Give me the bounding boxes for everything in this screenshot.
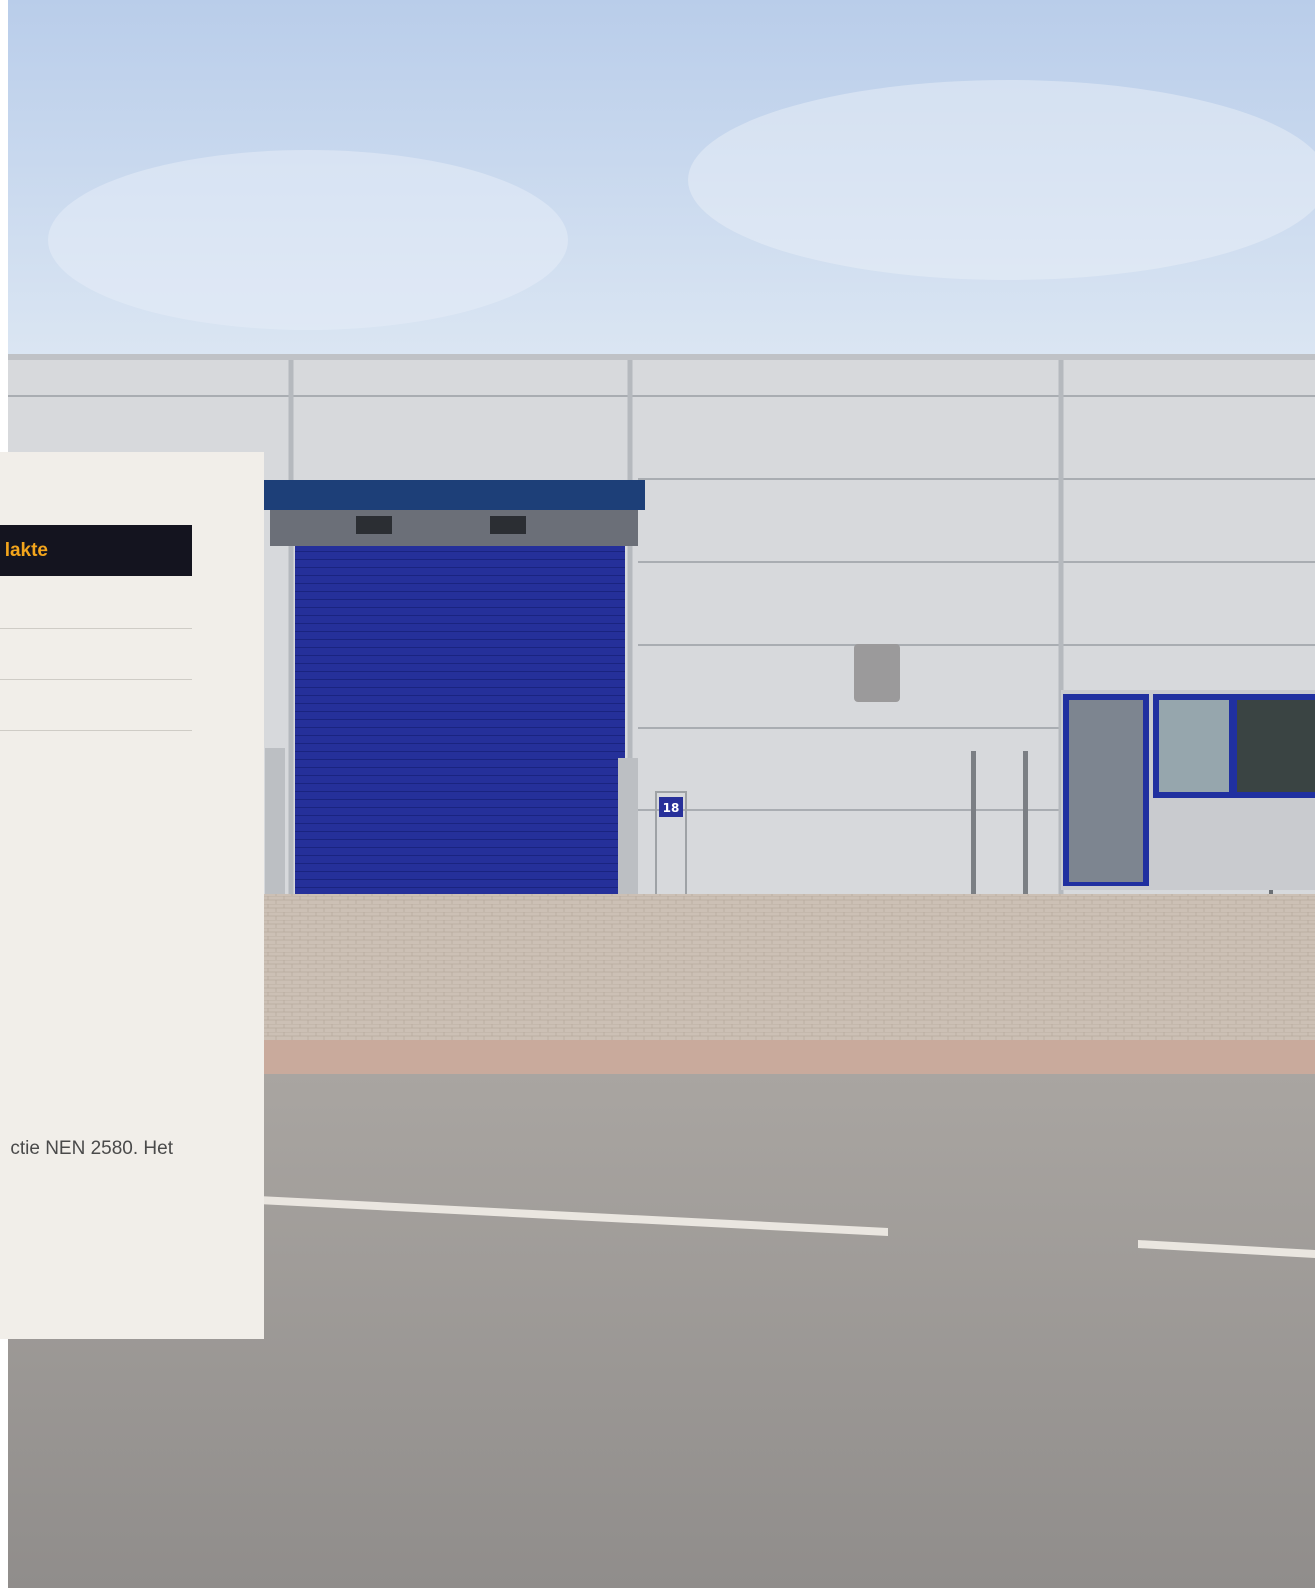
description-text: ctie NEN 2580. Het xyxy=(10,1138,173,1159)
divider xyxy=(0,679,192,680)
divider xyxy=(0,628,192,629)
divider xyxy=(0,730,192,731)
page: 18 lakte ctie NEN 2580. Het xyxy=(0,0,1315,1588)
info-panel xyxy=(0,452,264,1339)
contact-button[interactable]: lakte xyxy=(0,525,192,576)
door-number-label: 18 xyxy=(663,801,680,815)
